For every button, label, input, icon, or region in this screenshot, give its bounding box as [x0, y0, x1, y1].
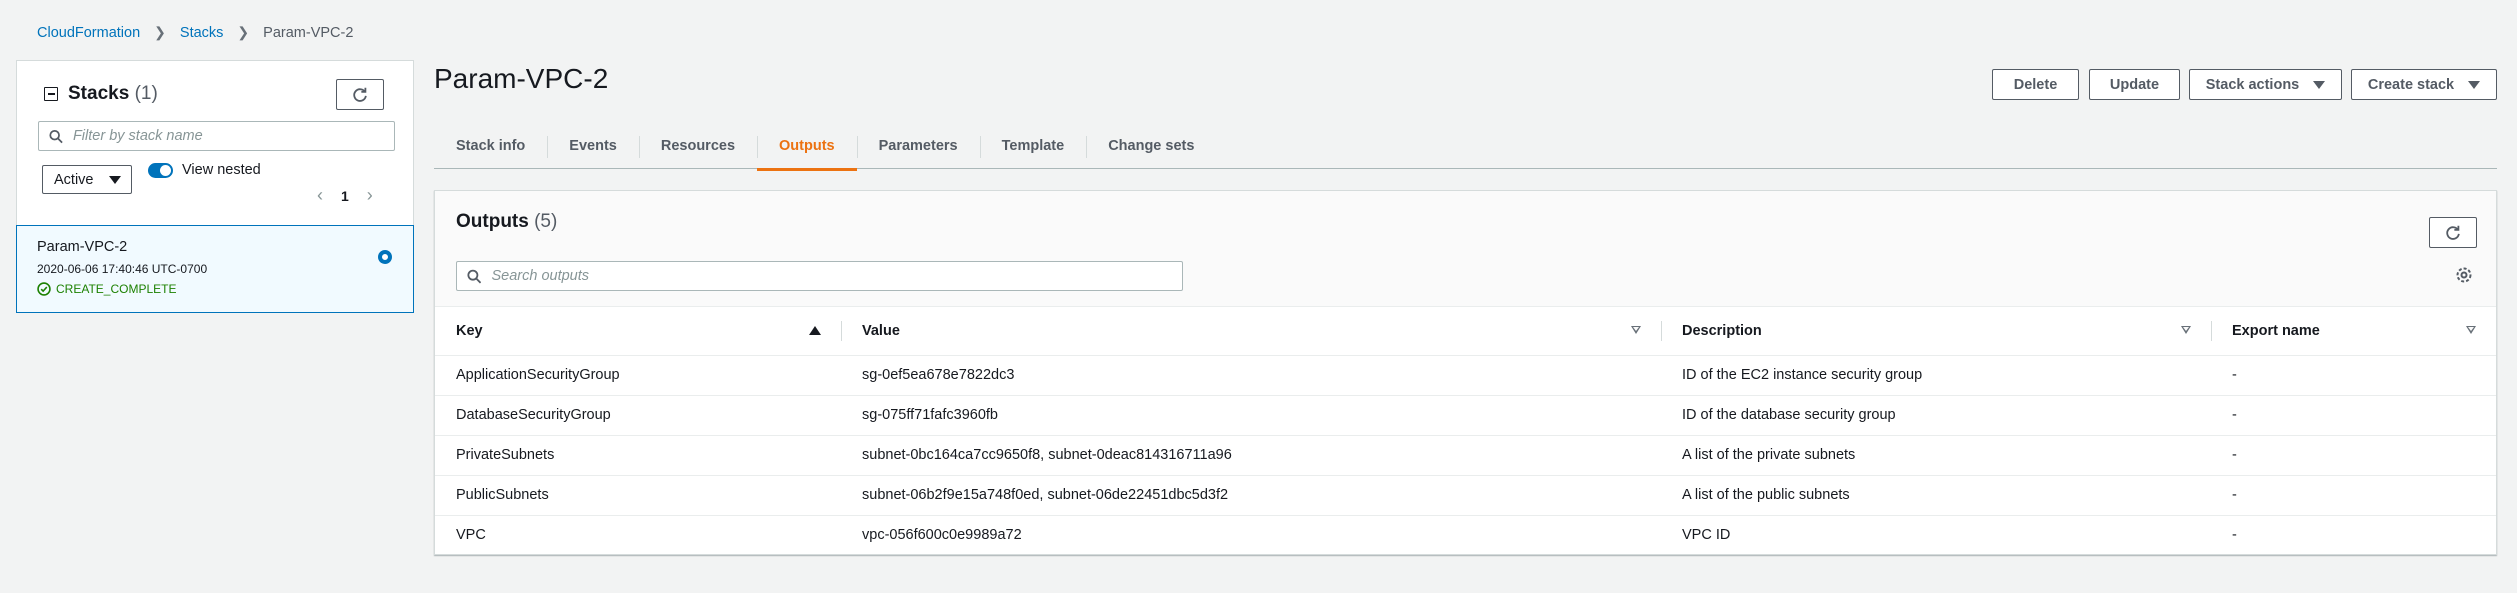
stack-filter-field[interactable] — [38, 121, 395, 151]
stack-tabs: Stack info Events Resources Outputs Para… — [434, 122, 2497, 171]
cell-key: PublicSubnets — [435, 475, 841, 516]
outputs-title: Outputs (5) — [456, 211, 558, 232]
cell-export-name: - — [2211, 435, 2496, 476]
collapse-icon[interactable] — [44, 87, 58, 101]
table-row: PrivateSubnets subnet-0bc164ca7cc9650f8,… — [435, 435, 2496, 476]
chevron-right-icon[interactable]: › — [367, 185, 373, 206]
breadcrumb-cloudformation[interactable]: CloudFormation — [37, 25, 140, 41]
refresh-outputs-button[interactable] — [2429, 217, 2477, 248]
cell-export-name: - — [2232, 527, 2237, 544]
outputs-search-field[interactable] — [456, 261, 1183, 291]
table-row: PublicSubnets subnet-06b2f9e15a748f0ed, … — [435, 475, 2496, 516]
cell-export-name: - — [2211, 395, 2496, 436]
stack-select-radio[interactable] — [378, 250, 392, 264]
sort-ascending-icon — [809, 326, 821, 335]
breadcrumb: CloudFormation ❯ Stacks ❯ Param-VPC-2 — [37, 24, 353, 41]
cell-description: VPC ID — [1682, 527, 1731, 544]
cell-description: ID of the EC2 instance security group — [1661, 355, 2211, 396]
update-button[interactable]: Update — [2089, 69, 2180, 100]
refresh-icon — [2446, 225, 2460, 240]
column-header-description[interactable]: Description — [1661, 307, 2211, 356]
breadcrumb-stacks[interactable]: Stacks — [180, 25, 224, 41]
tab-change-sets[interactable]: Change sets — [1086, 122, 1216, 169]
cell-value: sg-0ef5ea678e7822dc3 — [841, 355, 1661, 396]
stacks-panel-title: Stacks (1) — [68, 83, 158, 104]
search-icon — [467, 269, 482, 283]
column-header-export-name[interactable]: Export name — [2211, 307, 2496, 356]
outputs-header: Outputs (5) — [435, 191, 2496, 307]
cell-export-name: - — [2211, 475, 2496, 516]
stack-list-item[interactable]: Param-VPC-2 2020-06-06 17:40:46 UTC-0700… — [16, 225, 414, 313]
tab-template[interactable]: Template — [979, 122, 1087, 169]
sort-icon — [2181, 326, 2191, 334]
delete-button[interactable]: Delete — [1992, 69, 2079, 100]
view-nested-label: View nested — [182, 162, 261, 178]
view-nested-toggle[interactable] — [148, 162, 173, 178]
chevron-right-icon: ❯ — [237, 24, 250, 40]
stack-status-label: CREATE_COMPLETE — [56, 282, 177, 296]
caret-down-icon — [2313, 80, 2326, 89]
check-circle-icon — [37, 282, 51, 296]
table-row: ApplicationSecurityGroup sg-0ef5ea678e78… — [435, 355, 2496, 396]
table-row: DatabaseSecurityGroup sg-075ff71fafc3960… — [435, 395, 2496, 436]
cell-description: A list of the public subnets — [1661, 475, 2211, 516]
stacks-pagination: ‹ 1 › — [317, 185, 373, 206]
status-filter-value: Active — [54, 171, 94, 188]
chevron-right-icon: ❯ — [154, 24, 166, 40]
outputs-search-input[interactable] — [491, 268, 1182, 284]
column-header-key[interactable]: Key — [435, 307, 841, 356]
stacks-panel-header: Stacks (1) — [44, 83, 158, 105]
breadcrumb-current: Param-VPC-2 — [263, 24, 354, 41]
stack-status: CREATE_COMPLETE — [37, 282, 393, 296]
current-page[interactable]: 1 — [341, 188, 349, 204]
refresh-icon — [353, 87, 367, 102]
view-nested-control: View nested — [148, 162, 261, 178]
stack-filter-input[interactable] — [72, 128, 394, 144]
stack-created-date: 2020-06-06 17:40:46 UTC-0700 — [37, 262, 208, 276]
cell-key: PrivateSubnets — [435, 435, 841, 476]
tab-events[interactable]: Events — [547, 122, 639, 169]
cell-description: ID of the database security group — [1661, 395, 2211, 436]
caret-down-icon — [109, 175, 121, 184]
tab-parameters[interactable]: Parameters — [856, 122, 980, 169]
cell-key: VPC — [456, 527, 486, 544]
cell-export-name: - — [2211, 355, 2496, 396]
sort-icon — [2466, 326, 2476, 334]
cell-description: A list of the private subnets — [1661, 435, 2211, 476]
table-header-row: Key Value Description Export name — [435, 307, 2496, 356]
gear-icon[interactable] — [2454, 265, 2474, 285]
outputs-table: Key Value Description Export name Applic… — [435, 307, 2496, 555]
stack-actions-button[interactable]: Stack actions — [2189, 69, 2342, 100]
cell-value: subnet-0bc164ca7cc9650f8, subnet-0deac81… — [841, 435, 1661, 476]
table-row: VPC vpc-056f600c0e9989a72 VPC ID - — [435, 515, 2496, 555]
page-title: Param-VPC-2 — [434, 63, 609, 94]
stack-actions-label: Stack actions — [2205, 76, 2300, 93]
tab-outputs[interactable]: Outputs — [757, 122, 857, 171]
create-stack-label: Create stack — [2367, 76, 2455, 93]
create-stack-button[interactable]: Create stack — [2351, 69, 2497, 100]
cell-value: subnet-06b2f9e15a748f0ed, subnet-06de224… — [841, 475, 1661, 516]
status-filter-select[interactable]: Active — [42, 165, 132, 194]
cell-key: ApplicationSecurityGroup — [435, 355, 841, 396]
search-icon — [49, 129, 63, 143]
column-header-value[interactable]: Value — [841, 307, 1661, 356]
sort-icon — [1631, 326, 1641, 334]
refresh-stacks-button[interactable] — [336, 79, 384, 110]
tab-resources[interactable]: Resources — [638, 122, 757, 169]
cell-value: sg-075ff71fafc3960fb — [841, 395, 1661, 436]
cell-key: DatabaseSecurityGroup — [435, 395, 841, 436]
caret-down-icon — [2468, 80, 2481, 89]
stack-name: Param-VPC-2 — [37, 239, 128, 255]
chevron-left-icon[interactable]: ‹ — [317, 185, 323, 206]
stacks-panel: Stacks (1) Active View nested ‹ 1 › Para… — [16, 60, 414, 313]
tab-stack-info[interactable]: Stack info — [434, 122, 547, 169]
cell-value: vpc-056f600c0e9989a72 — [862, 527, 1022, 544]
outputs-panel: Outputs (5) Key Value Description Export… — [434, 190, 2497, 555]
